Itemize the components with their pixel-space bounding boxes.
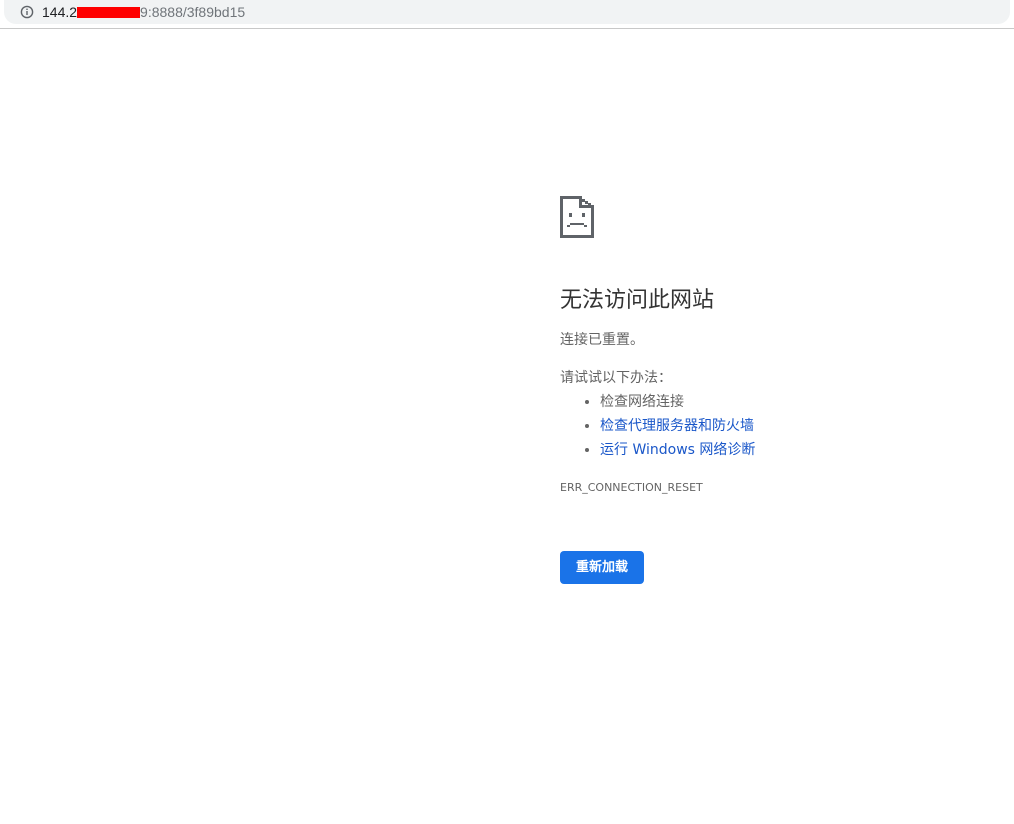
suggestion-check-network: 检查网络连接 (600, 390, 1000, 414)
address-bar: 144.2 9:8888/3f89bd15 (0, 0, 1014, 29)
error-subtitle: 连接已重置。 (560, 332, 644, 348)
suggestions-list: 检查网络连接 检查代理服务器和防火墙 运行 Windows 网络诊断 (560, 390, 1000, 462)
error-code: ERR_CONNECTION_RESET (560, 481, 703, 494)
suggestion-check-network-label: 检查网络连接 (600, 394, 684, 410)
url-redaction-mark (77, 7, 141, 18)
error-title: 无法访问此网站 (560, 288, 715, 313)
url-text[interactable]: 144.2 9:8888/3f89bd15 (42, 3, 245, 21)
suggestion-run-diagnostics-link[interactable]: 运行 Windows 网络诊断 (600, 442, 755, 458)
info-circle-icon[interactable] (20, 5, 34, 19)
suggestion-check-proxy: 检查代理服务器和防火墙 (600, 414, 1000, 438)
omnibox[interactable]: 144.2 9:8888/3f89bd15 (4, 0, 1010, 24)
reload-button[interactable]: 重新加载 (560, 551, 645, 584)
sad-document-icon (560, 196, 594, 238)
url-path: 9:8888/3f89bd15 (140, 4, 246, 20)
suggestion-run-diagnostics: 运行 Windows 网络诊断 (600, 438, 1000, 462)
suggestions-header: 请试试以下办法： (560, 370, 672, 386)
error-content: 无法访问此网站 连接已重置。 请试试以下办法： 检查网络连接 检查代理服务器和防… (560, 196, 1000, 584)
suggestion-check-proxy-link[interactable]: 检查代理服务器和防火墙 (600, 418, 754, 434)
url-host: 144.2 (42, 4, 78, 20)
